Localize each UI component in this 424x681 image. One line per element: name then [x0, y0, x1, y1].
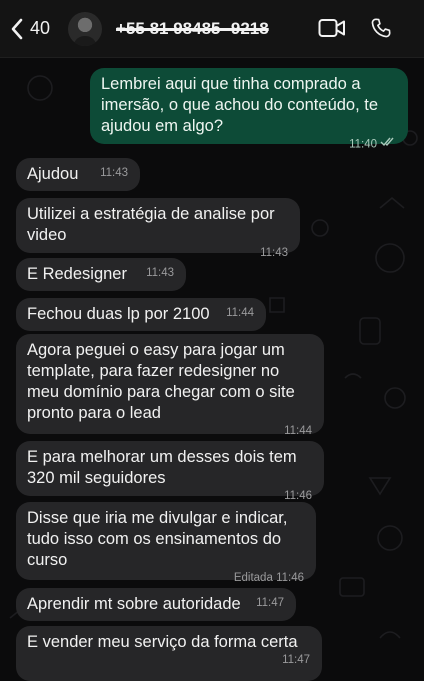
- message-time: 11:46: [276, 572, 304, 584]
- message-time: 11:46: [284, 490, 312, 502]
- unread-count: 40: [30, 18, 51, 38]
- message-time: 11:44: [284, 425, 312, 437]
- message-meta: 11:43: [146, 263, 174, 284]
- message-text: E para melhorar um desses dois tem 320 m…: [27, 448, 302, 487]
- chevron-left-icon: [10, 18, 24, 40]
- incoming-message[interactable]: Ajudou 11:43: [16, 158, 140, 191]
- message-text: Disse que iria me divulgar e indicar, tu…: [27, 509, 293, 569]
- incoming-message[interactable]: Aprendir mt sobre autoridade 11:47: [16, 588, 296, 621]
- video-call-button[interactable]: [318, 17, 346, 39]
- message-meta: Editada 11:46: [27, 568, 304, 589]
- message-meta: 11:44: [27, 421, 312, 442]
- avatar[interactable]: [68, 11, 103, 46]
- message-meta: 11:47: [27, 650, 310, 671]
- message-text: Agora peguei o easy para jogar um templa…: [27, 341, 300, 422]
- message-time: 11:47: [256, 597, 284, 609]
- message-text: Aprendir mt sobre autoridade: [27, 595, 241, 613]
- message-time: 11:47: [282, 654, 310, 666]
- message-meta: 11:44: [226, 303, 254, 324]
- contact-name[interactable]: +55 81 98485 -9218: [116, 19, 269, 39]
- video-camera-icon: [318, 17, 346, 39]
- back-button[interactable]: 40: [10, 18, 50, 40]
- chat-screen: 40 +55 81 98485 -9218 Lembrei aqui que t…: [0, 0, 424, 681]
- message-text: E vender meu serviço da forma certa: [27, 633, 298, 651]
- message-time: 11:44: [226, 307, 254, 319]
- voice-call-button[interactable]: [370, 17, 392, 39]
- phone-icon: [370, 17, 392, 39]
- incoming-message[interactable]: Fechou duas lp por 2100 11:44: [16, 298, 266, 331]
- incoming-message[interactable]: E vender meu serviço da forma certa 11:47: [16, 626, 322, 681]
- message-list[interactable]: Lembrei aqui que tinha comprado a imersã…: [0, 58, 424, 681]
- chat-header: 40 +55 81 98485 -9218: [0, 0, 424, 58]
- incoming-message[interactable]: E Redesigner 11:43: [16, 258, 186, 291]
- message-text: Lembrei aqui que tinha comprado a imersã…: [101, 75, 383, 135]
- message-time: 11:40: [349, 138, 377, 151]
- double-check-icon: [380, 134, 396, 155]
- outgoing-message[interactable]: Lembrei aqui que tinha comprado a imersã…: [90, 68, 408, 151]
- message-time: 11:43: [100, 167, 128, 179]
- message-meta: 11:47: [256, 593, 284, 614]
- incoming-message[interactable]: Utilizei a estratégia de analise por vid…: [16, 198, 300, 259]
- incoming-message[interactable]: Disse que iria me divulgar e indicar, tu…: [16, 502, 316, 584]
- message-time: 11:43: [146, 267, 174, 279]
- incoming-message[interactable]: E para melhorar um desses dois tem 320 m…: [16, 441, 324, 502]
- message-time: 11:43: [260, 247, 288, 259]
- message-text: Utilizei a estratégia de analise por vid…: [27, 205, 280, 244]
- message-text: Fechou duas lp por 2100: [27, 305, 210, 323]
- message-meta: 11:43: [100, 163, 128, 184]
- message-meta: 11:40: [101, 134, 396, 156]
- incoming-message[interactable]: Agora peguei o easy para jogar um templa…: [16, 334, 324, 437]
- edited-label: Editada: [233, 572, 273, 584]
